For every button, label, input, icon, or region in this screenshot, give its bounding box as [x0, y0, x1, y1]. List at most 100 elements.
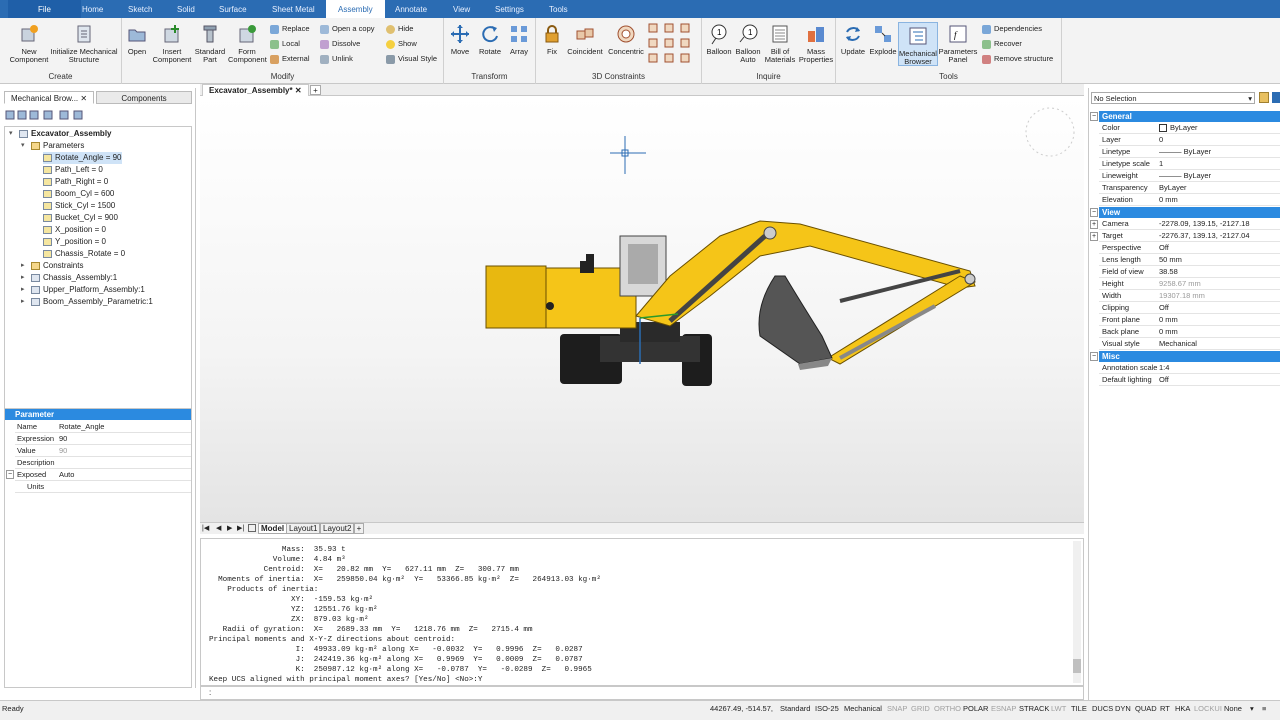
- command-input[interactable]: :: [200, 686, 1084, 700]
- tab-annotate[interactable]: Annotate: [395, 5, 427, 14]
- status-hka[interactable]: HKA: [1175, 704, 1190, 713]
- array-button[interactable]: Array: [505, 23, 533, 56]
- tab-layout2[interactable]: Layout2: [320, 523, 355, 534]
- tree-param-boom-cyl[interactable]: Boom_Cyl = 600: [43, 188, 114, 200]
- status-ducs[interactable]: DUCS: [1092, 704, 1113, 713]
- layout-nav-prev-icon[interactable]: ◀: [216, 524, 221, 532]
- layout-menu-icon[interactable]: [248, 524, 256, 532]
- tree-upper-platform-assembly[interactable]: Upper_Platform_Assembly:1: [31, 284, 145, 296]
- status-esnap[interactable]: ESNAP: [991, 704, 1016, 713]
- tab-file[interactable]: File: [8, 0, 81, 18]
- tree-param-path-left[interactable]: Path_Left = 0: [43, 164, 103, 176]
- open-a-copy-button[interactable]: Open a copy: [320, 23, 375, 35]
- insert-component-button[interactable]: Insert Component: [152, 23, 192, 64]
- layout-nav-first-icon[interactable]: |◀: [202, 524, 209, 532]
- status-lockui[interactable]: LOCKUI: [1194, 704, 1222, 713]
- doc-tab-excavator[interactable]: Excavator_Assembly* ✕: [202, 84, 309, 96]
- tab-layout1[interactable]: Layout1: [286, 523, 321, 534]
- prop-value[interactable]: Rotate_Angle: [59, 421, 104, 433]
- bill-of-materials-button[interactable]: Bill of Materials: [764, 23, 796, 64]
- collapse-icon[interactable]: ▾: [21, 140, 28, 152]
- tree-chassis-assembly[interactable]: Chassis_Assembly:1: [31, 272, 117, 284]
- prop-row-color[interactable]: Color ByLayer: [1099, 122, 1280, 134]
- navigation-compass-icon[interactable]: [1025, 107, 1075, 157]
- prop-row-clipping[interactable]: Clipping Off: [1099, 302, 1280, 314]
- unlink-button[interactable]: Unlink: [320, 53, 353, 65]
- add-layout-plus-icon[interactable]: +: [354, 523, 364, 534]
- tree-param-rotate-angle[interactable]: Rotate_Angle = 90: [43, 152, 122, 164]
- select-objects-icon[interactable]: [1272, 92, 1280, 103]
- coincident-button[interactable]: Coincident: [566, 23, 604, 56]
- dissolve-button[interactable]: Dissolve: [320, 38, 360, 50]
- collapse-icon[interactable]: −: [1090, 208, 1098, 217]
- standard-part-button[interactable]: Standard Part: [192, 23, 228, 64]
- tree-parameters[interactable]: Parameters: [31, 140, 84, 152]
- selection-dropdown[interactable]: No Selection ▾: [1091, 92, 1255, 104]
- rotate-button[interactable]: Rotate: [475, 23, 505, 56]
- expand-icon[interactable]: +: [1090, 220, 1098, 229]
- close-icon[interactable]: ✕: [80, 94, 87, 103]
- new-tab-plus-icon[interactable]: +: [310, 85, 321, 95]
- tab-solid[interactable]: Solid: [177, 5, 195, 14]
- tab-settings[interactable]: Settings: [495, 5, 524, 14]
- quick-select-icon[interactable]: [1259, 92, 1269, 103]
- collapse-icon[interactable]: −: [1090, 352, 1098, 361]
- close-icon[interactable]: ✕: [295, 86, 302, 95]
- move-button[interactable]: Move: [446, 23, 474, 56]
- tree-param-bucket-cyl[interactable]: Bucket_Cyl = 900: [43, 212, 118, 224]
- prop-row-field-of-view[interactable]: Field of view 38.58: [1099, 266, 1280, 278]
- chevron-down-icon[interactable]: ▾: [1250, 704, 1254, 713]
- tab-mechanical-browser[interactable]: Mechanical Brow... ✕: [4, 91, 95, 104]
- tab-view[interactable]: View: [453, 5, 470, 14]
- layout-nav-next-icon[interactable]: ▶: [227, 524, 232, 532]
- tree-param-x-position[interactable]: X_position = 0: [43, 224, 106, 236]
- local-button[interactable]: Local: [270, 38, 300, 50]
- status-polar[interactable]: POLAR: [963, 704, 988, 713]
- status-dyn[interactable]: DYN: [1115, 704, 1131, 713]
- tab-sheet-metal[interactable]: Sheet Metal: [272, 5, 315, 14]
- status-snap[interactable]: SNAP: [887, 704, 907, 713]
- init-mechanical-structure-button[interactable]: Initialize Mechanical Structure: [50, 23, 118, 64]
- status-rt[interactable]: RT: [1160, 704, 1170, 713]
- status-strack[interactable]: STRACK: [1019, 704, 1049, 713]
- expand-icon[interactable]: ▸: [21, 272, 28, 284]
- prop-row-front-plane[interactable]: Front plane 0 mm: [1099, 314, 1280, 326]
- collapse-icon[interactable]: ▾: [9, 128, 16, 140]
- collapse-icon[interactable]: −: [6, 470, 14, 479]
- mechanical-browser-button[interactable]: Mechanical Browser: [898, 22, 938, 66]
- prop-row-linetype-scale[interactable]: Linetype scale 1: [1099, 158, 1280, 170]
- replace-button[interactable]: Replace: [270, 23, 310, 35]
- balloon-auto-button[interactable]: 1 Balloon Auto: [734, 23, 762, 64]
- external-button[interactable]: External: [270, 53, 310, 65]
- tab-home[interactable]: Home: [82, 5, 103, 14]
- show-button[interactable]: Show: [386, 38, 417, 50]
- tree-constraints[interactable]: Constraints: [31, 260, 83, 272]
- prop-row-default-lighting[interactable]: Default lighting Off: [1099, 374, 1280, 386]
- model-viewport[interactable]: [200, 96, 1084, 522]
- dependencies-button[interactable]: Dependencies: [982, 23, 1042, 35]
- recover-button[interactable]: Recover: [982, 38, 1022, 50]
- menu-icon[interactable]: ≡: [1262, 704, 1266, 713]
- prop-row-layer[interactable]: Layer 0: [1099, 134, 1280, 146]
- visual-style-button[interactable]: Visual Style: [386, 53, 437, 65]
- prop-row-linetype[interactable]: Linetype ——— ByLayer: [1099, 146, 1280, 158]
- tab-surface[interactable]: Surface: [219, 5, 247, 14]
- collapse-icon[interactable]: −: [1090, 112, 1098, 121]
- expand-icon[interactable]: ▸: [21, 284, 28, 296]
- prop-value[interactable]: 90: [59, 433, 67, 445]
- status-text-style[interactable]: Standard: [780, 704, 810, 713]
- prop-row-annotation-scale[interactable]: Annotation scale 1:4: [1099, 362, 1280, 374]
- expand-icon[interactable]: ▸: [21, 260, 28, 272]
- mass-properties-button[interactable]: Mass Properties: [798, 23, 834, 64]
- prop-row-camera[interactable]: Camera -2278.09, 139.15, -2127.18: [1099, 218, 1280, 230]
- expand-icon[interactable]: ▸: [21, 296, 28, 308]
- prop-row-elevation[interactable]: Elevation 0 mm: [1099, 194, 1280, 206]
- new-component-button[interactable]: New Component: [6, 23, 52, 64]
- status-tile[interactable]: TILE: [1071, 704, 1087, 713]
- prop-row-lineweight[interactable]: Lineweight ——— ByLayer: [1099, 170, 1280, 182]
- status-visual-style[interactable]: Mechanical: [844, 704, 882, 713]
- update-button[interactable]: Update: [838, 23, 868, 56]
- tree-root-assembly[interactable]: Excavator_Assembly: [19, 128, 112, 140]
- fix-button[interactable]: Fix: [540, 23, 564, 56]
- tab-tools[interactable]: Tools: [549, 5, 568, 14]
